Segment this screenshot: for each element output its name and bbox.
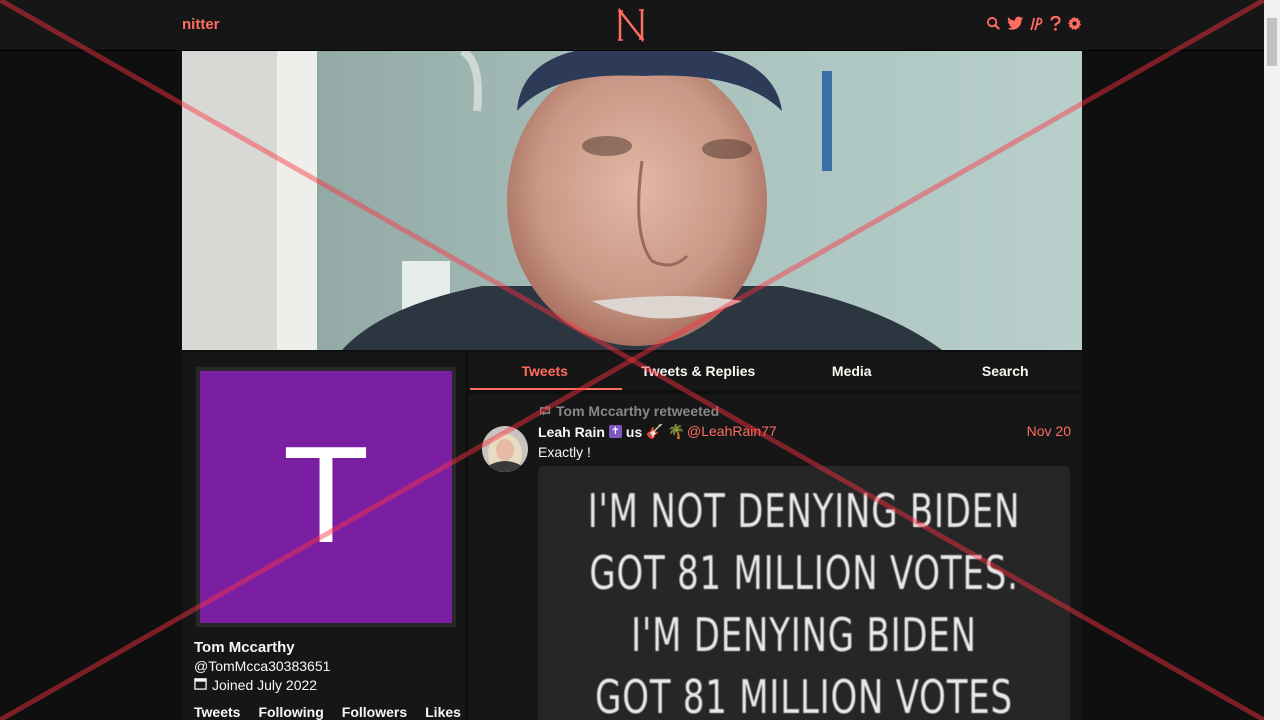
banner-photo bbox=[182, 51, 1082, 350]
tweet-media-image[interactable]: I'M NOT DENYING BIDEN GOT 81 MILLION VOT… bbox=[538, 466, 1070, 720]
retweet-icon bbox=[538, 403, 552, 419]
tweet-username[interactable]: @LeahRain77 bbox=[687, 423, 777, 439]
media-text-line: I'M DENYING BIDEN bbox=[631, 608, 977, 662]
brand-link[interactable]: nitter bbox=[182, 16, 220, 33]
retweet-header[interactable]: Tom Mccarthy retweeted bbox=[538, 403, 719, 419]
tab-tweets-replies[interactable]: Tweets & Replies bbox=[622, 352, 776, 390]
navbar: nitter bbox=[0, 0, 1264, 51]
avatar[interactable]: T bbox=[196, 367, 456, 627]
cross-emoji-icon: ✝ bbox=[608, 425, 622, 438]
guitar-emoji-icon: 🎸 bbox=[646, 423, 664, 439]
stat-followers[interactable]: Followers bbox=[342, 704, 407, 720]
page-scrollbar[interactable] bbox=[1264, 0, 1280, 720]
profile-fullname[interactable]: Tom Mccarthy bbox=[194, 639, 295, 656]
us-emoji-text: us bbox=[625, 423, 643, 440]
palm-tree-emoji-icon: 🌴 bbox=[667, 423, 686, 439]
tab-tweets[interactable]: Tweets bbox=[468, 352, 622, 390]
stat-likes[interactable]: Likes bbox=[425, 704, 461, 720]
tweet-fullname-text: Leah Rain bbox=[538, 423, 605, 440]
help-icon[interactable] bbox=[1050, 16, 1061, 31]
timeline-tabs: Tweets Tweets & Replies Media Search bbox=[468, 352, 1082, 390]
tweet-fullname[interactable]: Leah Rain ✝ us 🎸 🌴 bbox=[538, 423, 685, 440]
media-text-line: I'M NOT DENYING BIDEN bbox=[587, 484, 1021, 538]
tab-search[interactable]: Search bbox=[929, 352, 1083, 390]
tweet-avatar[interactable] bbox=[482, 426, 528, 472]
profile-joined: Joined July 2022 bbox=[194, 677, 317, 693]
tweet-text: Exactly ! bbox=[538, 444, 591, 460]
stat-following[interactable]: Following bbox=[258, 704, 323, 720]
profile-stats: Tweets Following Followers Likes bbox=[194, 704, 461, 720]
joined-text: Joined July 2022 bbox=[212, 677, 318, 693]
tweet-date[interactable]: Nov 20 bbox=[1027, 423, 1071, 439]
calendar-icon bbox=[194, 677, 207, 693]
retweet-text: Tom Mccarthy retweeted bbox=[556, 403, 720, 419]
media-text-line: GOT 81 MILLION VOTES. bbox=[589, 546, 1019, 600]
gear-icon[interactable] bbox=[1067, 16, 1082, 31]
profile-username[interactable]: @TomMcca30383651 bbox=[194, 658, 330, 674]
tab-media[interactable]: Media bbox=[775, 352, 929, 390]
media-text-line: GOT 81 MILLION VOTES bbox=[595, 670, 1013, 720]
rss-icon[interactable] bbox=[1030, 16, 1044, 31]
profile-card: T Tom Mccarthy @TomMcca30383651 Joined J… bbox=[182, 352, 465, 720]
nitter-logo-icon[interactable] bbox=[616, 7, 646, 47]
search-icon[interactable] bbox=[986, 16, 1001, 31]
scrollbar-thumb[interactable] bbox=[1267, 18, 1277, 66]
stat-tweets[interactable]: Tweets bbox=[194, 704, 240, 720]
timeline: Tom Mccarthy retweeted Leah Rain ✝ us 🎸 … bbox=[468, 394, 1082, 720]
profile-banner[interactable] bbox=[182, 51, 1082, 350]
avatar-letter: T bbox=[286, 421, 366, 573]
twitter-icon[interactable] bbox=[1007, 16, 1024, 31]
